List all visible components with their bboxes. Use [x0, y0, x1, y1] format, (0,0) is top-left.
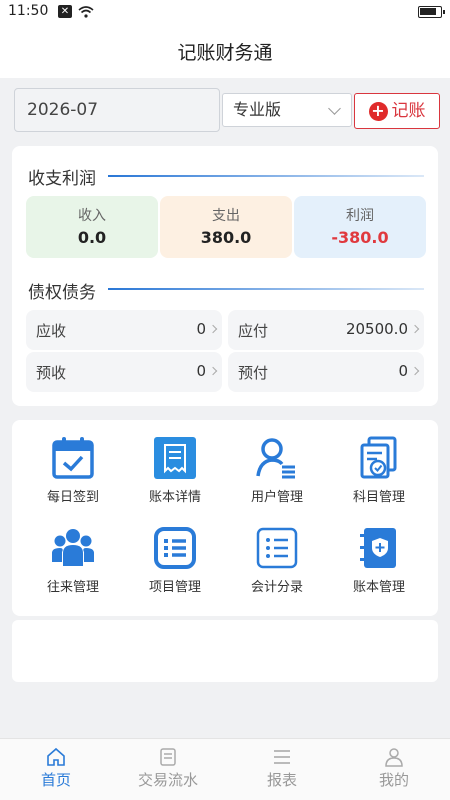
- user-manage-icon: [256, 438, 295, 479]
- stat-label: 支出: [212, 208, 240, 224]
- header: 记账财务通: [0, 24, 450, 78]
- receivable-item[interactable]: 应收 0: [26, 310, 222, 350]
- grid-label: 账本管理: [352, 580, 405, 595]
- expense-stat[interactable]: 支出 380.0: [160, 196, 292, 258]
- plus-icon: +: [368, 101, 388, 121]
- subject-management-button[interactable]: 科目管理: [328, 436, 430, 516]
- tab-label: 首页: [40, 771, 71, 789]
- tab-transactions[interactable]: 交易流水: [112, 739, 224, 800]
- tab-profile[interactable]: 我的: [338, 739, 450, 800]
- ledger-book-icon: [360, 528, 396, 568]
- list-lines-icon: [256, 527, 298, 569]
- chevron-right-icon: [208, 366, 218, 376]
- debt-value: 0: [196, 320, 206, 338]
- advance-received-item[interactable]: 预收 0: [26, 352, 222, 392]
- debt-section-title: 债权债务: [28, 283, 96, 303]
- tab-reports[interactable]: 报表: [226, 739, 338, 800]
- daily-checkin-button[interactable]: 每日签到: [22, 436, 124, 516]
- page-title: 记账财务通: [177, 42, 273, 64]
- prepaid-item[interactable]: 预付 0: [228, 352, 424, 392]
- version-select-value: 专业版: [233, 100, 282, 119]
- payable-item[interactable]: 应付 20500.0: [228, 310, 424, 350]
- user-management-button[interactable]: 用户管理: [226, 436, 328, 516]
- tab-label: 交易流水: [137, 771, 198, 789]
- group-icon: [52, 529, 94, 566]
- income-stat[interactable]: 收入 0.0: [26, 196, 158, 258]
- list-box-icon: [154, 527, 196, 569]
- accounting-entry-button[interactable]: 会计分录: [226, 526, 328, 606]
- grid-label: 用户管理: [250, 490, 303, 505]
- income-section-title: 收支利润: [28, 169, 96, 189]
- receipt-icon: [154, 437, 196, 479]
- status-time: 11:50: [8, 3, 49, 19]
- debt-label: 预付: [238, 364, 269, 382]
- chevron-right-icon: [208, 324, 218, 334]
- calendar-check-icon: [52, 437, 94, 479]
- debt-label: 应付: [238, 322, 269, 340]
- stat-label: 利润: [346, 208, 374, 224]
- ledger-detail-button[interactable]: 账本详情: [124, 436, 226, 516]
- section-divider: [108, 175, 424, 177]
- empty-panel: [12, 620, 438, 682]
- debt-value: 20500.0: [345, 320, 408, 338]
- documents-icon: [360, 436, 397, 479]
- no-sim-icon: ✕: [58, 5, 72, 18]
- profit-stat[interactable]: 利润 -380.0: [294, 196, 426, 258]
- wifi-icon: [78, 5, 94, 18]
- battery-icon: [418, 6, 445, 18]
- status-icons: ✕: [58, 5, 94, 18]
- tab-label: 我的: [378, 771, 409, 789]
- ledger-management-button[interactable]: 账本管理: [328, 526, 430, 606]
- version-select[interactable]: 专业版: [222, 93, 352, 127]
- home-icon: [47, 747, 65, 766]
- stat-value: 0.0: [77, 228, 107, 247]
- debt-value: 0: [398, 362, 408, 380]
- tab-label: 报表: [266, 771, 297, 789]
- menu-icon: [274, 750, 290, 764]
- grid-label: 账本详情: [148, 490, 201, 505]
- month-picker[interactable]: 2026-07: [14, 88, 220, 132]
- grid-label: 项目管理: [148, 580, 201, 595]
- stat-label: 收入: [78, 208, 106, 224]
- person-icon: [385, 748, 403, 767]
- stat-value: -380.0: [331, 228, 389, 247]
- section-divider: [108, 288, 424, 290]
- debt-value: 0: [196, 362, 206, 380]
- document-icon: [160, 748, 176, 766]
- grid-label: 科目管理: [352, 490, 405, 505]
- add-record-label: 记账: [391, 100, 426, 121]
- bottom-tab-bar: 首页 交易流水 报表 我的: [0, 738, 450, 800]
- grid-label: 每日签到: [46, 490, 99, 505]
- chevron-right-icon: [410, 324, 420, 334]
- grid-label: 会计分录: [250, 580, 303, 595]
- debt-label: 预收: [36, 364, 67, 382]
- chevron-down-icon: [328, 102, 341, 115]
- contacts-management-button[interactable]: 往来管理: [22, 526, 124, 606]
- tab-home[interactable]: 首页: [0, 739, 112, 800]
- chevron-right-icon: [410, 366, 420, 376]
- stat-value: 380.0: [200, 228, 252, 247]
- debt-label: 应收: [36, 322, 67, 340]
- grid-label: 往来管理: [46, 580, 99, 595]
- project-management-button[interactable]: 项目管理: [124, 526, 226, 606]
- add-record-button[interactable]: + 记账: [354, 93, 440, 129]
- status-bar: 11:50 ✕: [0, 0, 450, 24]
